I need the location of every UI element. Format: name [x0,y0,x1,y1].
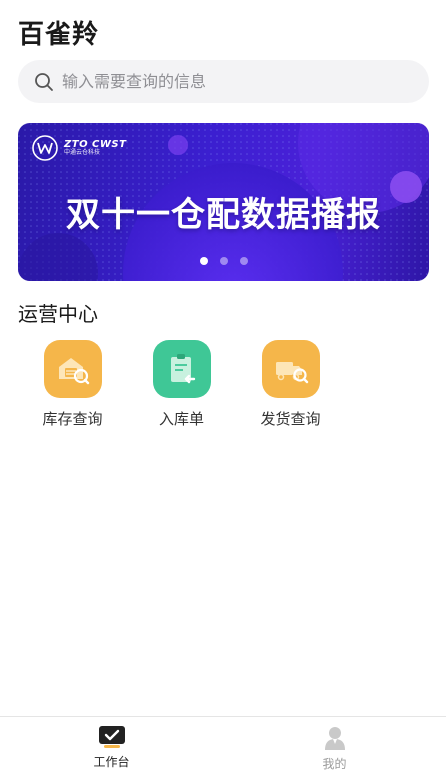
promo-banner[interactable]: ZTO CWST 中通云仓科技 双十一仓配数据播报 [18,123,429,281]
search-input[interactable] [62,72,402,91]
op-label: 库存查询 [42,410,103,428]
inbound-clipboard-icon[interactable] [152,340,211,398]
section-title: 运营中心 [18,302,98,326]
op-inventory-query[interactable]: 库存查询 [18,340,127,429]
banner-headline: 双十一仓配数据播报 [66,195,381,235]
profile-icon [324,727,345,750]
search-icon [34,72,54,92]
carousel-dot-1[interactable] [199,257,208,265]
workbench-page: 百雀羚 输入需要查询的信息 ZTO CWST 中通云仓科技 双十一仓配数据播报 … [0,0,446,773]
zto-logo: ZTO CWST 中通云仓科技 [32,135,126,161]
carousel-dot-3[interactable] [239,257,248,265]
bottom-tabbar: 工作台 我的 [0,716,446,773]
tab-profile[interactable]: 我的 [223,717,446,773]
zto-logo-icon [32,135,58,161]
tab-label: 工作台 [93,755,130,769]
op-inbound-order[interactable]: 入库单 [127,340,236,429]
op-label: 入库单 [158,410,204,428]
tab-workbench[interactable]: 工作台 [0,717,223,773]
op-label: 发货查询 [260,410,321,428]
carousel-dots [18,257,429,265]
tab-label: 我的 [322,757,347,771]
logo-subtitle: 中通云仓科技 [64,149,101,157]
operations-grid: 库存查询 入库单 发货查询 [18,340,345,429]
search-bar[interactable] [18,60,429,103]
carousel-dot-2[interactable] [219,257,228,265]
workbench-icon [98,726,125,748]
op-shipment-query[interactable]: 发货查询 [236,340,345,429]
truck-search-icon[interactable] [261,340,320,398]
warehouse-search-icon[interactable] [43,340,102,398]
page-title: 百雀羚 [18,20,100,50]
